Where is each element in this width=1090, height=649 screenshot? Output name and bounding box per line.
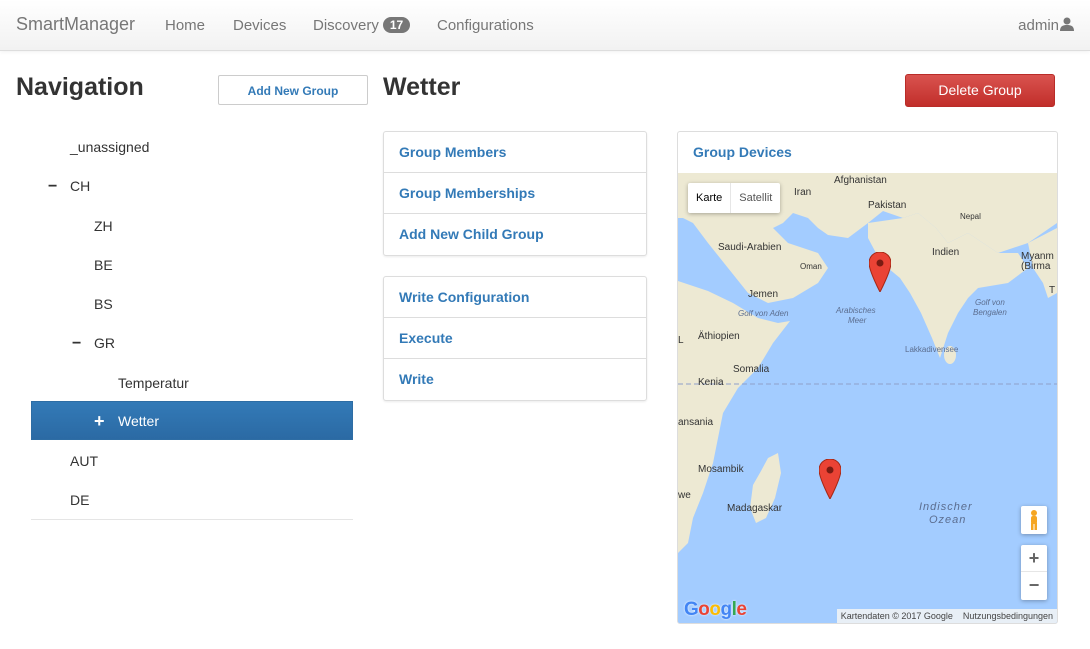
- group-devices-heading: Group Devices: [693, 144, 792, 160]
- tree-item-label: AUT: [70, 453, 98, 469]
- google-logo-text: Google: [684, 599, 747, 620]
- tree-item-label: GR: [94, 335, 115, 351]
- map-label-afghanistan: Afghanistan: [834, 175, 887, 186]
- map-label-arab-sea-2: Meer: [848, 316, 867, 325]
- map-label-iran: Iran: [794, 187, 811, 198]
- map-label-somalia: Somalia: [733, 364, 770, 375]
- tree-item-be[interactable]: BE: [31, 246, 353, 285]
- nav-configurations[interactable]: Configurations: [437, 17, 534, 34]
- map-label-kenia: Kenia: [698, 377, 724, 388]
- zoom-in-button[interactable]: +: [1021, 545, 1047, 572]
- map-label-mosambik: Mosambik: [698, 464, 745, 475]
- map-label-golf-bengalen-2: Bengalen: [973, 308, 1007, 317]
- execute-link[interactable]: Execute: [384, 318, 646, 359]
- tree-item-label: Temperatur: [118, 375, 189, 391]
- group-actions-list: Group Members Group Memberships Add New …: [383, 131, 647, 256]
- group-memberships-link[interactable]: Group Memberships: [384, 173, 646, 214]
- top-navbar: SmartManager Home Devices Discovery 17 Co…: [0, 0, 1090, 51]
- map-label-nepal: Nepal: [960, 212, 981, 221]
- map-label-we: we: [678, 490, 691, 501]
- nav-home[interactable]: Home: [165, 17, 205, 34]
- add-new-group-button[interactable]: Add New Group: [218, 75, 368, 105]
- tree-item-aut[interactable]: AUT: [31, 442, 353, 481]
- street-view-pegman-icon[interactable]: [1021, 506, 1047, 534]
- delete-group-button[interactable]: Delete Group: [905, 74, 1055, 107]
- map-label-birma: (Birma: [1021, 261, 1051, 272]
- google-logo[interactable]: Google: [684, 599, 747, 621]
- tree-item-gr[interactable]: − GR: [31, 324, 353, 363]
- tree-item-label: BE: [94, 257, 113, 273]
- tree-item-label: DE: [70, 492, 90, 508]
- map-label-aethiopien: Äthiopien: [698, 330, 740, 342]
- tree-item-wetter[interactable]: + Wetter: [31, 401, 353, 440]
- map-label-oman: Oman: [800, 262, 822, 271]
- zoom-control: + −: [1021, 545, 1047, 600]
- map-label-arab-sea-1: Arabisches: [835, 306, 876, 315]
- collapse-icon[interactable]: −: [72, 324, 81, 363]
- map-label-golf-bengalen-1: Golf von: [975, 298, 1005, 307]
- map-type-satellite-button[interactable]: Satellit: [730, 183, 780, 213]
- map-label-golf-aden: Golf von Aden: [738, 309, 789, 318]
- add-new-child-group-link[interactable]: Add New Child Group: [384, 214, 646, 255]
- map-type-control: Karte Satellit: [688, 183, 781, 213]
- user-menu[interactable]: admin: [1018, 17, 1074, 34]
- map-terrain: Afghanistan Iran Pakistan Nepal Saudi-Ar…: [678, 173, 1057, 623]
- map-label-edge-t: T: [1049, 285, 1055, 296]
- tree-item-unassigned[interactable]: _unassigned: [31, 128, 353, 167]
- discovery-count-badge: 17: [382, 17, 411, 33]
- brand-link[interactable]: SmartManager: [16, 14, 135, 35]
- nav-discovery-label: Discovery: [313, 17, 379, 34]
- tree-item-label: ZH: [94, 218, 113, 234]
- device-map[interactable]: Afghanistan Iran Pakistan Nepal Saudi-Ar…: [678, 173, 1057, 623]
- map-data-attribution: Kartendaten © 2017 Google: [840, 611, 953, 621]
- nav-discovery[interactable]: Discovery 17: [313, 17, 411, 34]
- user-name: admin: [1018, 17, 1059, 34]
- map-type-map-button[interactable]: Karte: [688, 183, 730, 213]
- map-label-pakistan: Pakistan: [868, 200, 906, 211]
- map-label-madagaskar: Madagaskar: [727, 503, 783, 514]
- tree-item-label: CH: [70, 178, 91, 194]
- write-link[interactable]: Write: [384, 359, 646, 400]
- tree-item-label: BS: [94, 296, 113, 312]
- user-icon: [1060, 17, 1074, 31]
- group-devices-panel: Group Devices Afghanistan Iran Pakistan …: [677, 131, 1058, 624]
- tree-item-label: Wetter: [118, 413, 159, 429]
- map-label-indischer-2: Ozean: [929, 514, 966, 526]
- map-label-indien: Indien: [932, 247, 959, 258]
- collapse-icon[interactable]: −: [48, 167, 57, 206]
- map-label-jemen: Jemen: [748, 289, 778, 300]
- group-members-link[interactable]: Group Members: [384, 132, 646, 173]
- write-configuration-link[interactable]: Write Configuration: [384, 277, 646, 318]
- tree-item-label: _unassigned: [70, 139, 150, 155]
- device-marker-pin[interactable]: [819, 459, 841, 499]
- tree-divider: [31, 519, 353, 520]
- group-title: Wetter: [383, 73, 461, 101]
- tree-item-zh[interactable]: ZH: [31, 207, 353, 246]
- navigation-heading: Navigation: [16, 73, 144, 101]
- tree-item-ch[interactable]: − CH: [31, 167, 353, 206]
- tree-item-temperatur[interactable]: Temperatur: [31, 364, 353, 403]
- map-label-indischer-1: Indischer: [919, 501, 973, 513]
- zoom-out-button[interactable]: −: [1021, 572, 1047, 599]
- map-label-lakkadiv: Lakkadivensee: [905, 345, 959, 354]
- map-label-saudi: Saudi-Arabien: [718, 242, 781, 253]
- terms-of-use-link[interactable]: Nutzungsbedingungen: [963, 611, 1053, 621]
- expand-icon[interactable]: +: [94, 402, 105, 441]
- nav-devices[interactable]: Devices: [233, 17, 286, 34]
- device-marker-pin[interactable]: [869, 252, 891, 292]
- map-attribution: Kartendaten © 2017 Google Nutzungsbedingu…: [836, 609, 1057, 623]
- tree-item-bs[interactable]: BS: [31, 285, 353, 324]
- map-label-edge-l: L: [678, 335, 684, 346]
- map-label-tansania: ansania: [678, 417, 713, 428]
- group-operations-list: Write Configuration Execute Write: [383, 276, 647, 401]
- tree-item-de[interactable]: DE: [31, 481, 353, 520]
